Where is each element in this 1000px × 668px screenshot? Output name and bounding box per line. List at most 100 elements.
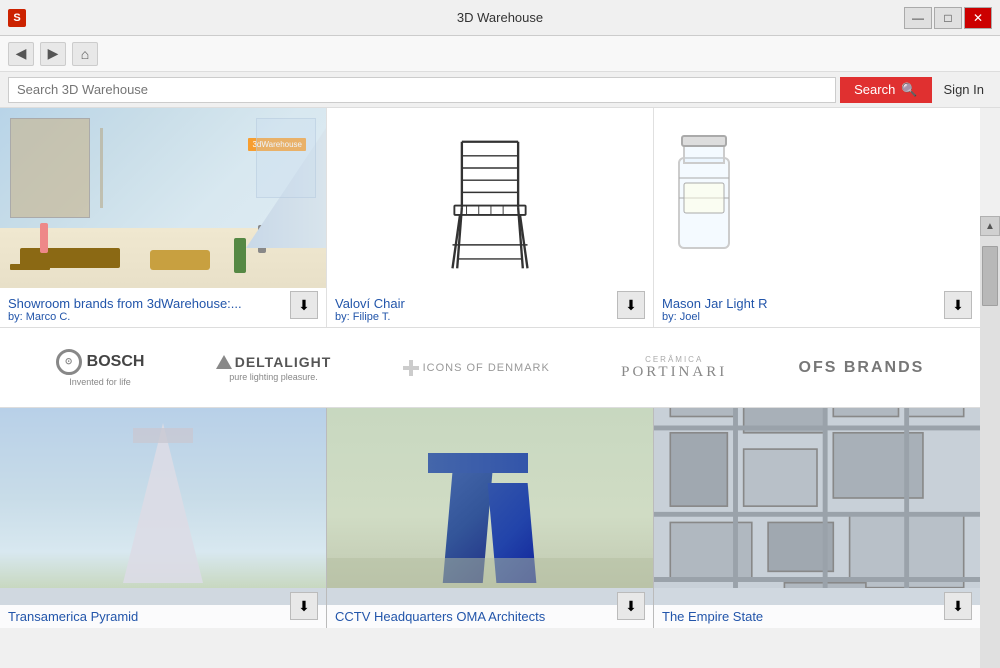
cctv-title: CCTV Headquarters OMA Architects — [335, 609, 645, 624]
arch-card-empire[interactable]: The Empire State ⬇ — [654, 408, 980, 628]
arch-image-cctv — [327, 408, 653, 588]
bosch-name: BOSCH — [87, 353, 145, 371]
deltalight-logo-container: DELTALIGHT — [216, 354, 332, 370]
chair-download-button[interactable]: ⬇ — [617, 291, 645, 319]
transamerica-info: Transamerica Pyramid — [0, 605, 326, 628]
cctv-info: CCTV Headquarters OMA Architects — [327, 605, 653, 628]
chair-author: by: Filipe T. — [335, 311, 645, 323]
arch-image-transamerica — [0, 408, 326, 588]
featured-models-section: 3dWarehouse Showroom brands from 3dWareh… — [0, 108, 980, 328]
arch-image-empire — [654, 408, 980, 588]
minimize-button[interactable]: — — [904, 7, 932, 29]
model-card-showroom[interactable]: 3dWarehouse Showroom brands from 3dWareh… — [0, 108, 327, 327]
mason-info: Mason Jar Light R by: Joel — [654, 292, 980, 327]
nav-bar: ◀ ▶ ⌂ — [0, 36, 1000, 72]
model-image-mason — [654, 108, 980, 288]
arch-card-transamerica[interactable]: Transamerica Pyramid ⬇ — [0, 408, 327, 628]
sign-in-button[interactable]: Sign In — [936, 82, 992, 97]
scrollbar-track — [980, 236, 1000, 668]
ofs-name: OFS BRANDS — [799, 359, 925, 377]
back-button[interactable]: ◀ — [8, 42, 34, 66]
mason-jar-svg — [664, 118, 744, 278]
architecture-section: Transamerica Pyramid ⬇ — [0, 408, 980, 628]
deltalight-tagline: pure lighting pleasure. — [229, 372, 318, 382]
mason-title: Mason Jar Light R — [662, 296, 972, 311]
scrollbar-thumb[interactable] — [982, 246, 998, 306]
search-icon: 🔍 — [901, 82, 917, 98]
model-card-chair[interactable]: Valoví Chair by: Filipe T. ⬇ — [327, 108, 654, 327]
transamerica-background — [0, 408, 326, 588]
search-input[interactable] — [8, 77, 836, 103]
app-icon-letter: S — [13, 12, 20, 24]
mason-author: by: Joel — [662, 311, 972, 323]
showroom-wall — [10, 118, 90, 218]
icons-logo-container: ICONS OF DENMARK — [403, 360, 550, 376]
empire-background — [654, 408, 980, 588]
icons-cross-icon — [403, 360, 419, 376]
mason-background — [654, 108, 980, 288]
showroom-window — [256, 118, 316, 198]
search-bar: Search 🔍 Sign In — [0, 72, 1000, 108]
app-window: S 3D Warehouse — □ ✕ ◀ ▶ ⌂ Search 🔍 Sign… — [0, 0, 1000, 668]
arch-card-cctv[interactable]: CCTV Headquarters OMA Architects ⬇ — [327, 408, 654, 628]
model-card-mason[interactable]: Mason Jar Light R by: Joel ⬇ — [654, 108, 980, 327]
forward-button[interactable]: ▶ — [40, 42, 66, 66]
showroom-info: Showroom brands from 3dWarehouse:... by:… — [0, 292, 326, 327]
bosch-tagline: Invented for life — [69, 377, 131, 387]
chair-background — [327, 108, 653, 288]
home-button[interactable]: ⌂ — [72, 42, 98, 66]
showroom-couch — [150, 250, 210, 270]
portinari-logo-container: CERÂMICA PORTINARI — [621, 355, 727, 381]
portinari-name: PORTINARI — [621, 364, 727, 381]
empire-svg — [654, 408, 980, 588]
transamerica-base-shape — [133, 428, 193, 443]
search-button-label: Search — [854, 82, 895, 97]
transamerica-tower-wrapper — [123, 423, 203, 588]
showroom-title: Showroom brands from 3dWarehouse:... — [8, 296, 318, 311]
scrollbar: ▲ ▼ — [980, 216, 1000, 668]
showroom-shelf — [10, 264, 50, 270]
chair-svg — [430, 123, 550, 273]
brand-bosch[interactable]: ⊙ BOSCH Invented for life — [56, 349, 145, 387]
cctv-download-button[interactable]: ⬇ — [617, 592, 645, 620]
empire-download-button[interactable]: ⬇ — [944, 592, 972, 620]
brand-icons-denmark[interactable]: ICONS OF DENMARK — [403, 360, 550, 376]
brand-portinari[interactable]: CERÂMICA PORTINARI — [621, 355, 727, 381]
content-area: 3dWarehouse Showroom brands from 3dWareh… — [0, 108, 980, 668]
bosch-ring-icon: ⊙ — [56, 349, 82, 375]
content-wrapper: 3dWarehouse Showroom brands from 3dWareh… — [0, 108, 1000, 668]
app-icon: S — [8, 9, 26, 27]
empire-title: The Empire State — [662, 609, 972, 624]
mason-download-button[interactable]: ⬇ — [944, 291, 972, 319]
showroom-person1 — [40, 223, 48, 253]
brand-ofs[interactable]: OFS BRANDS — [799, 359, 925, 377]
brands-section: ⊙ BOSCH Invented for life DELTALIGHT pur… — [0, 328, 980, 408]
bosch-logo-container: ⊙ BOSCH — [56, 349, 145, 375]
icons-name: ICONS OF DENMARK — [423, 362, 550, 374]
window-title: 3D Warehouse — [457, 10, 543, 25]
deltalight-name: DELTALIGHT — [235, 354, 332, 370]
portinari-sub: CERÂMICA — [645, 355, 703, 364]
transamerica-tower-shape — [123, 423, 203, 583]
chair-info: Valoví Chair by: Filipe T. — [327, 292, 653, 327]
showroom-plant — [234, 238, 246, 273]
window-controls: — □ ✕ — [904, 7, 992, 29]
search-button[interactable]: Search 🔍 — [840, 77, 931, 103]
model-image-chair — [327, 108, 653, 288]
showroom-author: by: Marco C. — [8, 311, 318, 323]
showroom-download-button[interactable]: ⬇ — [290, 291, 318, 319]
cctv-ground — [327, 558, 653, 588]
empire-info: The Empire State — [654, 605, 980, 628]
close-button[interactable]: ✕ — [964, 7, 992, 29]
scroll-up-button[interactable]: ▲ — [980, 216, 1000, 236]
model-image-showroom: 3dWarehouse — [0, 108, 326, 288]
brand-deltalight[interactable]: DELTALIGHT pure lighting pleasure. — [216, 354, 332, 382]
showroom-background: 3dWarehouse — [0, 108, 326, 288]
cctv-background — [327, 408, 653, 588]
transamerica-download-button[interactable]: ⬇ — [290, 592, 318, 620]
showroom-pillar — [100, 128, 103, 208]
cctv-bridge-shape — [428, 453, 528, 473]
maximize-button[interactable]: □ — [934, 7, 962, 29]
title-bar-left: S — [8, 9, 26, 27]
transamerica-title: Transamerica Pyramid — [8, 609, 318, 624]
